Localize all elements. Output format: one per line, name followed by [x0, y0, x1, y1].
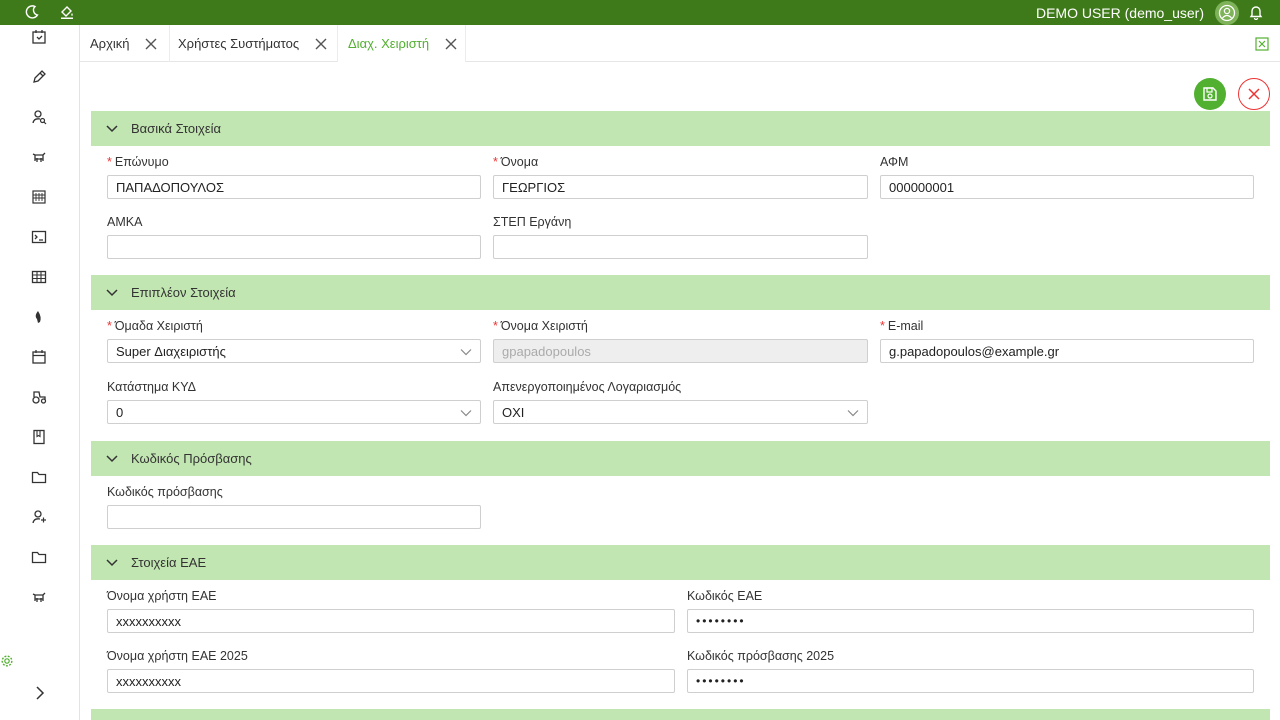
- cancel-button[interactable]: [1238, 78, 1270, 110]
- select-value: Super Διαχειριστής: [116, 343, 226, 359]
- store-label: Κατάστημα ΚΥΔ: [107, 380, 197, 394]
- moon-icon[interactable]: [22, 2, 42, 22]
- email-field[interactable]: g.papadopoulos@example.gr: [880, 339, 1254, 363]
- calendar-icon[interactable]: [29, 347, 49, 367]
- close-icon: [1248, 88, 1260, 100]
- afm-input[interactable]: 000000001: [880, 175, 1254, 199]
- section-next-header[interactable]: [91, 709, 1270, 720]
- password-label: Κωδικός πρόσβασης: [107, 485, 223, 499]
- tab-label: Αρχική: [90, 36, 130, 51]
- eae-code-input[interactable]: ••••••••: [687, 609, 1254, 633]
- chevron-down-icon: [847, 410, 859, 417]
- tractor-icon[interactable]: [29, 387, 49, 407]
- disabled-account-label: Απενεργοποιημένος Λογαριασμός: [493, 380, 682, 394]
- operator-username-input: gpapadopoulos: [493, 339, 868, 363]
- step-ergani-input[interactable]: [493, 235, 868, 259]
- tab-operator-management[interactable]: Διαχ. Χειριστή: [338, 25, 466, 62]
- eae-username-label: Όνομα χρήστη ΕΑΕ: [107, 589, 217, 603]
- chevron-down-icon: [106, 289, 118, 297]
- afm-label: ΑΦΜ: [880, 155, 909, 169]
- section-title: Επιπλέον Στοιχεία: [131, 285, 236, 300]
- save-button[interactable]: [1194, 78, 1226, 110]
- eae-username-input[interactable]: xxxxxxxxxx: [107, 609, 675, 633]
- section-basic-header[interactable]: Βασικά Στοιχεία: [91, 111, 1270, 146]
- paint-bucket-icon[interactable]: [57, 2, 77, 22]
- gear-icon[interactable]: [0, 654, 14, 668]
- bell-icon[interactable]: [1246, 2, 1266, 22]
- close-icon[interactable]: [144, 37, 158, 51]
- eae-username-2025-label: Όνομα χρήστη ΕΑΕ 2025: [107, 649, 248, 663]
- livestock-icon[interactable]: [29, 147, 49, 167]
- tab-home[interactable]: Αρχική: [80, 25, 170, 62]
- email-label: * E-mail: [880, 319, 924, 333]
- tab-bar: Αρχική Χρήστες Συστήματος Διαχ. Χειριστή: [80, 25, 1280, 62]
- avatar[interactable]: [1215, 1, 1239, 25]
- tab-label: Διαχ. Χειριστή: [348, 36, 430, 51]
- store-select[interactable]: 0: [107, 400, 481, 424]
- tab-label: Χρήστες Συστήματος: [178, 36, 300, 51]
- section-extra-header[interactable]: Επιπλέον Στοιχεία: [91, 275, 1270, 310]
- section-title: Στοιχεία ΕΑΕ: [131, 555, 207, 570]
- folder-icon[interactable]: [29, 547, 49, 567]
- chevron-down-icon: [106, 455, 118, 463]
- name-label: * Όνομα: [493, 155, 539, 169]
- select-value: 0: [116, 404, 124, 420]
- building-icon[interactable]: [29, 187, 49, 207]
- terminal-icon[interactable]: [29, 227, 49, 247]
- eae-username-2025-input[interactable]: xxxxxxxxxx: [107, 669, 675, 693]
- calendar-check-icon[interactable]: [29, 27, 49, 47]
- surname-input[interactable]: ΠΑΠΑΔΟΠΟΥΛΟΣ: [107, 175, 481, 199]
- book-icon[interactable]: [29, 427, 49, 447]
- operator-username-label: * Όνομα Χειριστή: [493, 319, 588, 333]
- chevron-down-icon: [106, 559, 118, 567]
- name-input[interactable]: ΓΕΩΡΓΙΟΣ: [493, 175, 868, 199]
- amka-label: ΑΜΚΑ: [107, 215, 143, 229]
- section-title: Κωδικός Πρόσβασης: [131, 451, 252, 466]
- drop-icon[interactable]: [29, 307, 49, 327]
- chevron-down-icon: [460, 349, 472, 356]
- disabled-account-select[interactable]: ΟΧΙ: [493, 400, 868, 424]
- surname-label: * Επώνυμο: [107, 155, 169, 169]
- floppy-disk-icon: [1203, 87, 1217, 101]
- close-all-tabs-icon[interactable]: [1255, 37, 1269, 51]
- select-value: ΟΧΙ: [502, 404, 525, 420]
- close-icon[interactable]: [314, 37, 328, 51]
- operator-group-label: * Όμαδα Χειριστή: [107, 319, 203, 333]
- chevron-down-icon: [460, 410, 472, 417]
- chevron-right-icon[interactable]: [32, 685, 48, 701]
- operator-group-select[interactable]: Super Διαχειριστής: [107, 339, 481, 363]
- section-password-header[interactable]: Κωδικός Πρόσβασης: [91, 441, 1270, 476]
- section-eae-header[interactable]: Στοιχεία ΕΑΕ: [91, 545, 1270, 580]
- password-input[interactable]: [107, 505, 481, 529]
- close-icon[interactable]: [444, 37, 458, 51]
- table-icon[interactable]: [29, 267, 49, 287]
- eae-password-2025-label: Κωδικός πρόσβασης 2025: [687, 649, 835, 663]
- chevron-down-icon: [106, 125, 118, 133]
- eae-code-label: Κωδικός ΕΑΕ: [687, 589, 763, 603]
- pen-icon[interactable]: [29, 67, 49, 87]
- sidebar: [0, 25, 80, 720]
- top-bar: DEMO USER (demo_user): [0, 0, 1280, 25]
- step-ergani-label: ΣΤΕΠ Εργάνη: [493, 215, 572, 229]
- folder-icon[interactable]: [29, 467, 49, 487]
- section-title: Βασικά Στοιχεία: [131, 121, 222, 136]
- user-name[interactable]: DEMO USER (demo_user): [1036, 5, 1204, 21]
- amka-input[interactable]: [107, 235, 481, 259]
- eae-password-2025-input[interactable]: ••••••••: [687, 669, 1254, 693]
- livestock-icon[interactable]: [29, 587, 49, 607]
- tab-system-users[interactable]: Χρήστες Συστήματος: [168, 25, 338, 62]
- user-search-icon[interactable]: [29, 107, 49, 127]
- users-icon[interactable]: [29, 507, 49, 527]
